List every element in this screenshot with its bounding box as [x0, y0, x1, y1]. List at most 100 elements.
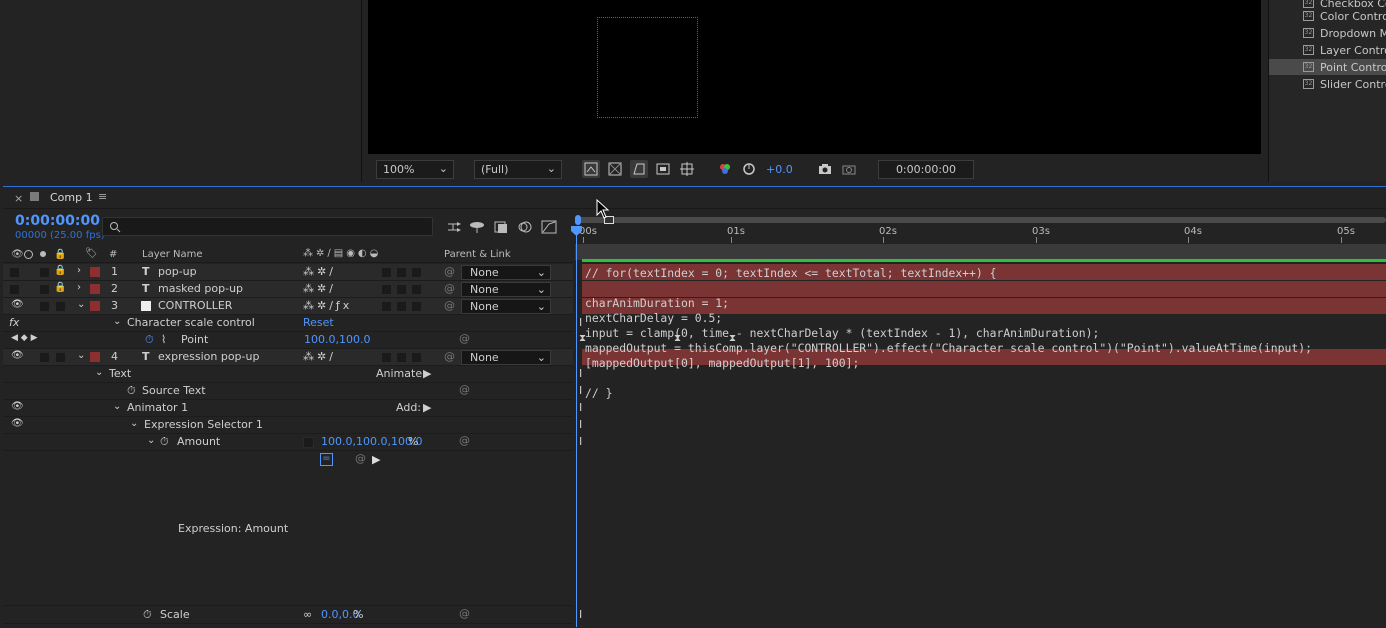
- snapshot-camera-icon[interactable]: [816, 160, 834, 178]
- effect-item[interactable]: 32 Layer Control: [1269, 42, 1386, 58]
- stopwatch-icon[interactable]: ⏱: [127, 384, 136, 398]
- region-of-interest-icon[interactable]: [654, 160, 672, 178]
- expression-editor-box[interactable]: [575, 451, 1386, 607]
- col-parent-link[interactable]: Parent & Link: [444, 249, 511, 260]
- grid-guides-icon[interactable]: [678, 160, 696, 178]
- pickwhip-icon[interactable]: @: [444, 299, 455, 312]
- transparency-grid-icon[interactable]: [606, 160, 624, 178]
- chevron-down-icon[interactable]: ⌄: [113, 401, 121, 412]
- property-row[interactable]: ⌄ Text Animate: ▶: [3, 366, 573, 383]
- switch-box[interactable]: [411, 267, 422, 278]
- expression-graph-icon[interactable]: =: [320, 453, 333, 466]
- reset-link[interactable]: Reset: [303, 316, 334, 329]
- property-row[interactable]: fx ⌄ Character scale control Reset: [3, 315, 573, 332]
- work-area-bar[interactable]: [575, 244, 1386, 260]
- video-toggle[interactable]: [9, 284, 20, 295]
- keyframe-marker[interactable]: I: [579, 608, 582, 621]
- property-row[interactable]: ◀ ◆ ▶ ⏱ ⌇ Point 100.0,100.0 @: [3, 332, 573, 349]
- label-color[interactable]: [90, 301, 100, 311]
- motion-blur-icon[interactable]: [517, 220, 533, 234]
- graph-icon[interactable]: ⌇: [161, 333, 166, 346]
- chevron-right-icon[interactable]: ›: [77, 265, 81, 276]
- parent-select[interactable]: None ⌄: [461, 282, 551, 297]
- current-time[interactable]: 0:00:00:00: [15, 213, 100, 229]
- graph-editor-icon[interactable]: [541, 220, 557, 234]
- switch-box[interactable]: [381, 267, 392, 278]
- solo-toggle[interactable]: [39, 352, 50, 363]
- timeline-tab[interactable]: × Comp 1 ≡: [3, 187, 1386, 209]
- switch-box[interactable]: [411, 301, 422, 312]
- switch-box[interactable]: [381, 284, 392, 295]
- lock-toggle[interactable]: [55, 301, 66, 312]
- chevron-down-icon[interactable]: ⌄: [130, 418, 138, 429]
- keyframe-marker[interactable]: I: [579, 316, 582, 329]
- eye-icon[interactable]: 👁: [11, 418, 24, 429]
- chevron-down-icon[interactable]: ⌄: [147, 435, 155, 446]
- navigator-start-handle[interactable]: [575, 215, 581, 225]
- panel-menu-icon[interactable]: ≡: [98, 190, 107, 203]
- solo-toggle[interactable]: [39, 301, 50, 312]
- point-value[interactable]: 100.0,100.0: [304, 333, 370, 346]
- reset-exposure-icon[interactable]: [740, 160, 758, 178]
- lock-icon[interactable]: 🔒: [54, 282, 66, 293]
- keyframe-navigator[interactable]: ◀ ◆ ▶: [11, 333, 38, 343]
- chevron-right-icon[interactable]: ›: [77, 282, 81, 293]
- lock-icon[interactable]: 🔒: [54, 249, 66, 260]
- show-snapshot-icon[interactable]: [840, 160, 858, 178]
- keyframe-marker[interactable]: I: [579, 435, 582, 448]
- layer-switches[interactable]: ⁂✲∕: [303, 350, 336, 363]
- expression-enable[interactable]: [303, 437, 314, 448]
- pickwhip-icon[interactable]: @: [444, 265, 455, 278]
- layer-switches[interactable]: ⁂✲∕ƒx: [303, 299, 352, 312]
- zoom-select[interactable]: 100% ⌄: [376, 160, 454, 179]
- expression-language-menu-icon[interactable]: ▶: [372, 453, 380, 466]
- stopwatch-icon[interactable]: ⏱: [160, 435, 169, 449]
- property-row[interactable]: 👁 ⌄ Expression Selector 1: [3, 417, 573, 434]
- stopwatch-icon[interactable]: ⏱: [143, 608, 152, 622]
- effect-item[interactable]: 32 Color Control: [1269, 8, 1386, 24]
- eye-icon[interactable]: 👁: [11, 299, 24, 310]
- chevron-down-icon[interactable]: ⌄: [77, 350, 85, 361]
- stopwatch-icon[interactable]: ⏱: [145, 333, 154, 347]
- pickwhip-icon[interactable]: @: [355, 452, 366, 465]
- shy-layers-icon[interactable]: [469, 220, 485, 234]
- col-number[interactable]: #: [109, 249, 117, 260]
- switch-box[interactable]: [396, 284, 407, 295]
- property-row[interactable]: ⌄ ⏱ Amount 100.0,100.0,100.0% @: [3, 434, 573, 451]
- pickwhip-icon[interactable]: @: [444, 282, 455, 295]
- switch-box[interactable]: [411, 352, 422, 363]
- pickwhip-icon[interactable]: @: [444, 350, 455, 363]
- constrain-proportions-icon[interactable]: ∞: [303, 608, 312, 621]
- solo-toggle[interactable]: [39, 267, 50, 278]
- viewer-timecode[interactable]: 0:00:00:00: [878, 160, 974, 179]
- label-tag-icon[interactable]: 🏷: [85, 248, 98, 259]
- lock-icon[interactable]: 🔒: [54, 265, 66, 276]
- frame-blending-icon[interactable]: [493, 220, 509, 234]
- layer-switches[interactable]: ⁂✲∕: [303, 265, 336, 278]
- property-row[interactable]: 👁 ⌄ Animator 1 Add: ▶: [3, 400, 573, 417]
- comp-mini-flowchart-icon[interactable]: [447, 220, 463, 234]
- switch-box[interactable]: [396, 352, 407, 363]
- property-row[interactable]: ⏱ Source Text @: [3, 383, 573, 400]
- exposure-value[interactable]: +0.0: [766, 163, 793, 176]
- lock-toggle[interactable]: [55, 352, 66, 363]
- pickwhip-icon[interactable]: @: [459, 434, 470, 447]
- rgb-channel-icon[interactable]: [716, 160, 734, 178]
- viewer-canvas[interactable]: [368, 0, 1261, 154]
- layer-search-input[interactable]: [102, 217, 433, 236]
- col-layer-name[interactable]: Layer Name: [142, 249, 203, 260]
- chevron-down-icon[interactable]: ⌄: [113, 316, 121, 327]
- audio-icon[interactable]: [24, 250, 33, 259]
- video-toggle[interactable]: [9, 267, 20, 278]
- layer-row[interactable]: 👁 ⌄ 3 CONTROLLER ⁂✲∕ƒx @ None ⌄: [3, 298, 573, 315]
- layer-row[interactable]: 👁 ⌄ 4 Texpression pop-up ⁂✲∕ @ None ⌄: [3, 349, 573, 366]
- keyframe-marker[interactable]: I: [579, 418, 582, 431]
- pickwhip-icon[interactable]: @: [459, 383, 470, 396]
- parent-select[interactable]: None ⌄: [461, 350, 551, 365]
- switch-box[interactable]: [381, 352, 392, 363]
- parent-select[interactable]: None ⌄: [461, 265, 551, 280]
- resolution-select[interactable]: (Full) ⌄: [474, 160, 562, 179]
- solo-icon[interactable]: [40, 251, 46, 257]
- eye-icon[interactable]: 👁: [11, 350, 24, 361]
- solo-toggle[interactable]: [39, 284, 50, 295]
